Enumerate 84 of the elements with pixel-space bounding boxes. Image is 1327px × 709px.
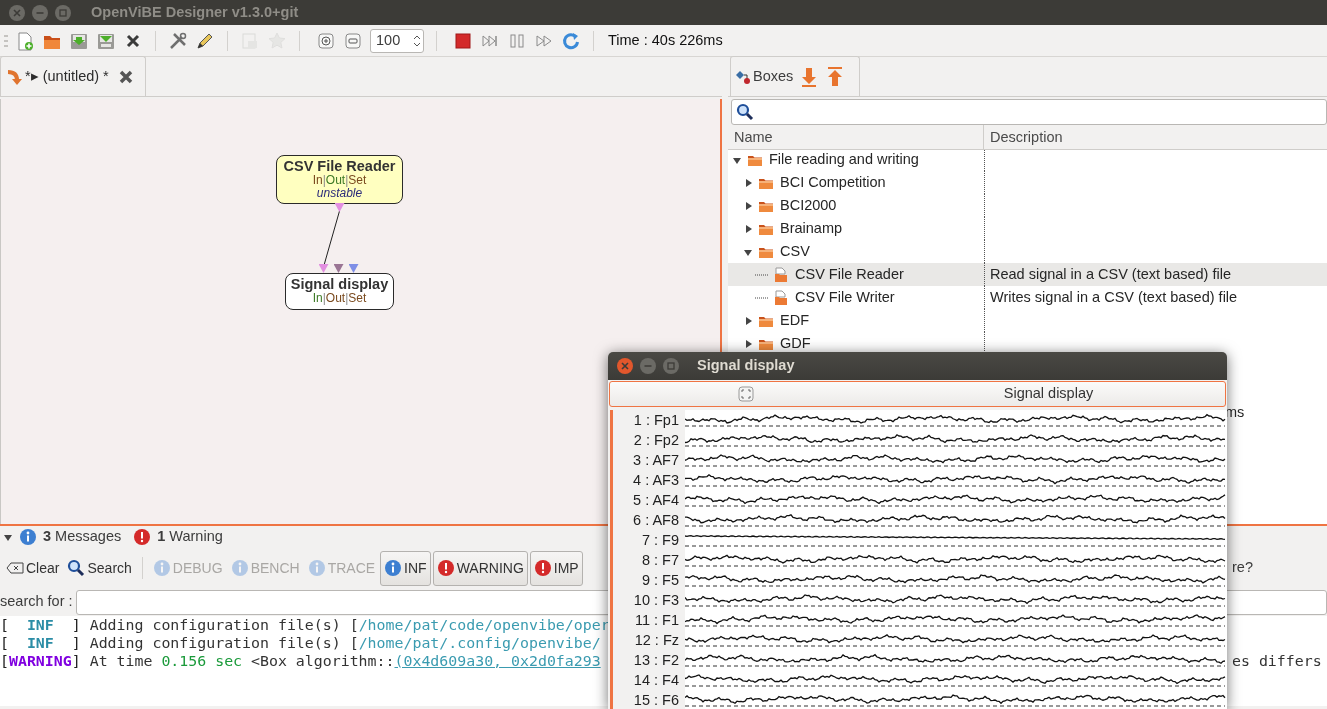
error-icon — [133, 528, 152, 546]
description-text: Read signal in a CSV (text based) file — [990, 264, 1231, 284]
description-text: Writes signal in a CSV (text based) file — [990, 287, 1238, 307]
search-field[interactable] — [731, 99, 1327, 125]
scenario-box[interactable]: Signal display In|Out|Set — [285, 273, 394, 310]
time-label: Time : 40s 226ms — [608, 30, 723, 50]
warning-count: 1 Warning — [157, 527, 223, 547]
tools-icon[interactable] — [168, 30, 188, 51]
tree-label: CSV — [780, 241, 810, 261]
info-icon — [307, 559, 326, 577]
error-icon — [533, 559, 552, 577]
tree-label: CSV File Reader — [795, 264, 904, 284]
search-icon — [736, 103, 754, 121]
expander-icon[interactable] — [743, 338, 753, 349]
log-line: [WARNING] At time 0.156 sec <Box algorithm::(0x4d609a30, 0x2d0fa293 — [0, 652, 602, 670]
input-pin[interactable] — [333, 264, 344, 273]
filter-toggle[interactable]: INF — [380, 550, 431, 586]
fullscreen-icon — [738, 386, 754, 402]
box-io-label: In|Out|Set — [312, 292, 367, 305]
input-pin[interactable] — [318, 264, 329, 273]
info-icon — [19, 528, 37, 546]
log-text: es differs — [1232, 652, 1322, 670]
expander-icon[interactable] — [743, 223, 753, 234]
stop-icon[interactable] — [453, 30, 473, 51]
clear-icon — [6, 561, 24, 575]
maximize-icon[interactable] — [54, 3, 72, 22]
tree-label: BCI Competition — [780, 172, 886, 192]
tree-row[interactable]: Brainamp — [728, 217, 1327, 240]
expander-icon[interactable] — [743, 315, 753, 326]
tree-row[interactable]: CSV File Reader Read signal in a CSV (text based) file — [728, 263, 1327, 286]
minimize-icon[interactable] — [639, 357, 657, 375]
new-file-icon[interactable] — [15, 30, 35, 51]
zoom-in-icon[interactable] — [316, 30, 336, 51]
tree-row[interactable]: File reading and writing — [728, 150, 1327, 171]
zoom-out-icon[interactable] — [343, 30, 363, 51]
message-count: 3 Messages — [43, 527, 122, 547]
filter-toggle[interactable]: IMP — [529, 550, 583, 586]
column-header[interactable]: Name — [728, 124, 984, 150]
tree-label: CSV File Writer — [795, 287, 895, 307]
action-button[interactable]: Search — [64, 551, 135, 585]
box-title: CSV File Reader — [282, 159, 397, 175]
signal-display-button[interactable]: Signal display — [609, 381, 1226, 407]
scenario-box[interactable]: CSV File Reader In|Out|Set unstable — [276, 155, 403, 205]
tree-label: Brainamp — [780, 218, 843, 238]
minimize-icon[interactable] — [31, 3, 49, 22]
info-icon — [230, 559, 249, 577]
info-icon — [384, 559, 403, 577]
tree-label: EDF — [780, 310, 809, 330]
boxes-tab[interactable]: Boxes — [730, 56, 860, 96]
refresh-icon[interactable] — [561, 30, 581, 51]
arrow-icon — [5, 67, 23, 86]
toolbar-grip[interactable] — [4, 33, 8, 48]
tree-row[interactable]: BCI2000 — [728, 194, 1327, 217]
action-button[interactable]: Clear — [3, 551, 63, 585]
output-pin[interactable] — [334, 203, 345, 212]
search-label: search for : — [0, 592, 73, 612]
log-line: [ INF ] Adding configuration file(s) [/home/pat/.config/openvibe/ — [0, 634, 602, 652]
box-icon — [773, 266, 789, 283]
window-title: Signal display — [697, 356, 795, 376]
expander-icon[interactable] — [743, 200, 753, 211]
column-header[interactable]: Description — [984, 124, 1063, 150]
box-title: Signal display — [290, 277, 389, 293]
box-status: unstable — [316, 186, 363, 200]
log-line: [ INF ] Adding configuration file(s) [/home/pat/code/openvibe/oper — [0, 616, 608, 634]
box-icon — [773, 289, 789, 306]
tree-label: File reading and writing — [769, 150, 919, 169]
tree-label: GDF — [780, 333, 811, 353]
box-io-label: In|Out|Set — [311, 174, 368, 187]
maximize-icon[interactable] — [662, 357, 680, 375]
tree-row[interactable]: CSV File Writer Writes signal in a CSV (text based) file — [728, 286, 1327, 309]
toolbar-text: re? — [1232, 558, 1253, 578]
search-icon — [67, 559, 86, 577]
tree-label: BCI2000 — [780, 195, 837, 215]
zoom-spinbox[interactable]: 100 — [370, 28, 424, 53]
error-icon — [436, 559, 455, 577]
expander-icon[interactable] — [3, 532, 13, 542]
scenario-tab[interactable]: *▸ (untitled) * — [0, 56, 146, 96]
expander-icon[interactable] — [743, 177, 753, 188]
window-title: OpenViBE Designer v1.3.0+git — [91, 2, 299, 22]
tree-row[interactable]: EDF — [728, 309, 1327, 332]
input-pin[interactable] — [348, 264, 359, 273]
info-icon — [152, 559, 171, 577]
filter-toggle[interactable]: WARNING — [432, 550, 528, 586]
tree-row[interactable]: BCI Competition — [728, 171, 1327, 194]
